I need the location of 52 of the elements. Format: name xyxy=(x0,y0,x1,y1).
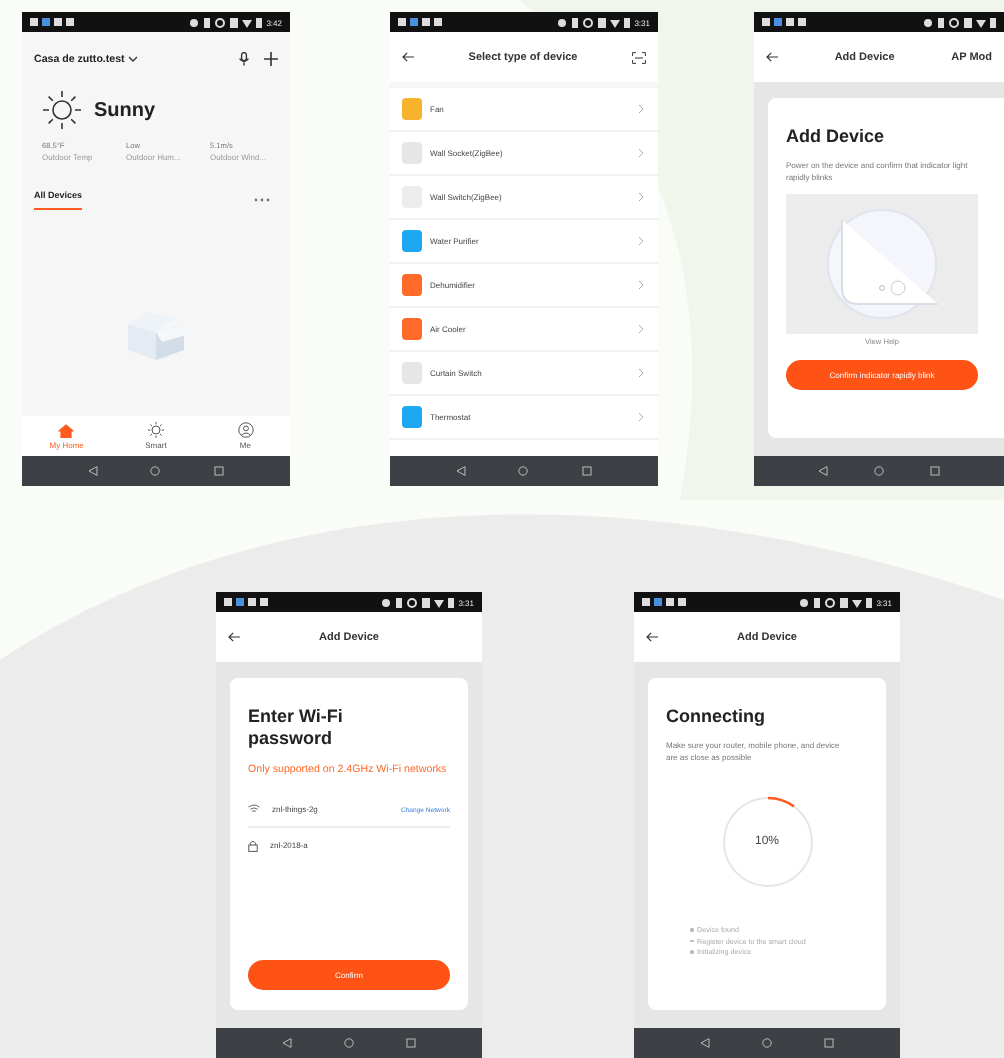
card-heading: Enter Wi-Fi password xyxy=(248,706,345,751)
chevron-right-icon xyxy=(638,148,644,158)
system-status-icons-drawing xyxy=(382,597,455,607)
home-nav-icon[interactable] xyxy=(873,466,884,476)
card-heading: Add Device xyxy=(786,126,887,149)
recents-nav-icon[interactable] xyxy=(213,466,224,476)
chevron-right-icon xyxy=(638,368,644,378)
weather-condition: Sunny xyxy=(94,99,156,121)
card-heading: Connecting xyxy=(666,706,767,729)
system-status-icons-drawing xyxy=(190,17,263,27)
back-nav-icon[interactable] xyxy=(88,466,99,476)
chevron-right-icon xyxy=(638,192,644,202)
house-icon xyxy=(58,423,75,437)
sun-icon xyxy=(42,90,82,130)
wifi-icon xyxy=(248,804,260,815)
chevron-right-icon xyxy=(638,324,644,334)
back-arrow-icon[interactable] xyxy=(766,52,778,62)
notification-icons-drawing xyxy=(398,17,446,27)
recents-nav-icon[interactable] xyxy=(824,1038,834,1048)
chevron-right-icon xyxy=(638,104,644,114)
sun-icon xyxy=(147,422,164,438)
person-icon xyxy=(237,422,254,438)
microphone-icon[interactable] xyxy=(238,52,250,66)
lock-icon xyxy=(248,839,258,852)
recents-nav-icon[interactable] xyxy=(581,466,592,476)
chevron-right-icon xyxy=(638,236,644,246)
back-arrow-icon[interactable] xyxy=(402,52,414,62)
recents-nav-icon[interactable] xyxy=(406,1038,416,1048)
notification-icons-drawing xyxy=(224,597,272,607)
chevron-right-icon xyxy=(638,412,644,422)
system-status-icons-drawing xyxy=(558,17,631,27)
chevron-right-icon xyxy=(638,280,644,290)
caret-icon xyxy=(128,56,139,62)
home-nav-icon[interactable] xyxy=(344,1038,354,1048)
home-nav-icon[interactable] xyxy=(518,466,529,476)
notification-icons-drawing xyxy=(30,17,78,27)
indicator-light-drawing xyxy=(822,204,942,325)
system-status-icons-drawing xyxy=(924,17,996,27)
back-nav-icon[interactable] xyxy=(456,466,467,476)
back-arrow-icon[interactable] xyxy=(228,632,240,642)
recents-nav-icon[interactable] xyxy=(930,466,941,476)
back-nav-icon[interactable] xyxy=(817,466,828,476)
back-nav-icon[interactable] xyxy=(700,1038,710,1048)
back-arrow-icon[interactable] xyxy=(646,632,658,642)
scan-icon[interactable] xyxy=(632,51,647,63)
plus-icon[interactable] xyxy=(264,52,278,66)
back-nav-icon[interactable] xyxy=(282,1038,292,1048)
home-nav-icon[interactable] xyxy=(150,466,161,476)
notification-icons-drawing xyxy=(762,17,810,27)
system-status-icons-drawing xyxy=(800,597,873,607)
notification-icons-drawing xyxy=(642,597,690,607)
home-nav-icon[interactable] xyxy=(762,1038,772,1048)
